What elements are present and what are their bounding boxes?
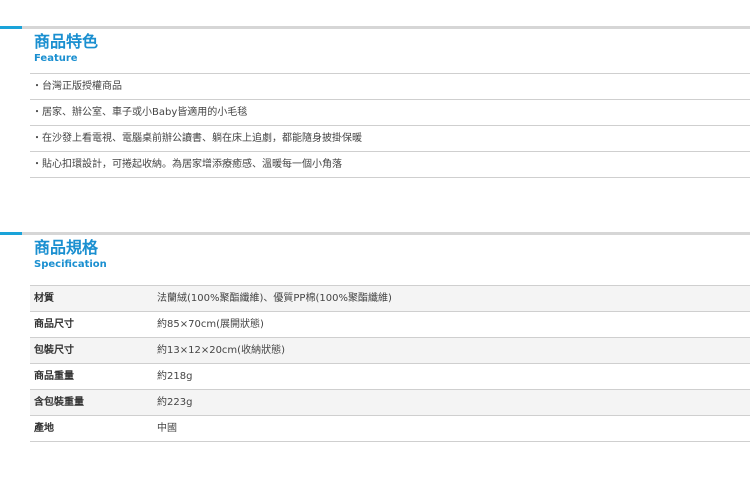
spec-table: 材質 法蘭絨(100%聚酯纖維)、優質PP棉(100%聚酯纖維) 商品尺寸 約8… [30,285,750,442]
feature-subtitle: Feature [34,53,78,64]
spec-row-product-size: 商品尺寸 約85×70cm(展開狀態) [30,311,750,337]
spec-value: 約13×12×20cm(收納狀態) [157,345,285,356]
spec-value: 約218g [157,371,193,382]
spec-row-material: 材質 法蘭絨(100%聚酯纖維)、優質PP棉(100%聚酯纖維) [30,285,750,311]
specification-subtitle: Specification [34,259,107,270]
spec-value: 約85×70cm(展開狀態) [157,319,264,330]
spec-label: 商品尺寸 [34,319,74,330]
feature-title: 商品特色 [34,32,99,51]
spec-label: 包裝尺寸 [34,345,74,356]
bullet-dot: ・ [32,81,42,92]
feature-item-text: 在沙發上看電視、電腦桌前辦公讀書、躺在床上追劇，都能隨身披掛保暖 [42,133,362,144]
specification-title: 商品規格 [34,238,99,257]
feature-rule-accent [0,26,22,29]
spec-top-rule [0,232,750,235]
feature-item-text: 台灣正版授權商品 [42,81,122,92]
feature-list: ・台灣正版授權商品 ・居家、辦公室、車子或小Baby皆適用的小毛毯 ・在沙發上看… [30,73,750,178]
spec-label: 材質 [34,293,54,304]
bullet-dot: ・ [32,133,42,144]
spec-row-product-weight: 商品重量 約218g [30,363,750,389]
spec-row-origin: 產地 中國 [30,415,750,442]
spec-rule-accent [0,232,22,235]
spec-row-package-size: 包裝尺寸 約13×12×20cm(收納狀態) [30,337,750,363]
spec-value: 法蘭絨(100%聚酯纖維)、優質PP棉(100%聚酯纖維) [157,293,392,304]
feature-item-text: 居家、辦公室、車子或小Baby皆適用的小毛毯 [42,107,248,118]
spec-row-gross-weight: 含包裝重量 約223g [30,389,750,415]
feature-item: ・在沙發上看電視、電腦桌前辦公讀書、躺在床上追劇，都能隨身披掛保暖 [30,125,750,151]
spec-label: 含包裝重量 [34,397,84,408]
spec-value: 約223g [157,397,193,408]
spec-label: 產地 [34,423,54,434]
feature-item: ・貼心扣環設計，可捲起收納。為居家增添療癒感、溫暖每一個小角落 [30,151,750,178]
spec-label: 商品重量 [34,371,74,382]
feature-item: ・台灣正版授權商品 [30,73,750,99]
feature-item: ・居家、辦公室、車子或小Baby皆適用的小毛毯 [30,99,750,125]
feature-item-text: 貼心扣環設計，可捲起收納。為居家增添療癒感、溫暖每一個小角落 [42,159,342,170]
spec-value: 中國 [157,423,177,434]
feature-top-rule [0,26,750,29]
bullet-dot: ・ [32,107,42,118]
bullet-dot: ・ [32,159,42,170]
